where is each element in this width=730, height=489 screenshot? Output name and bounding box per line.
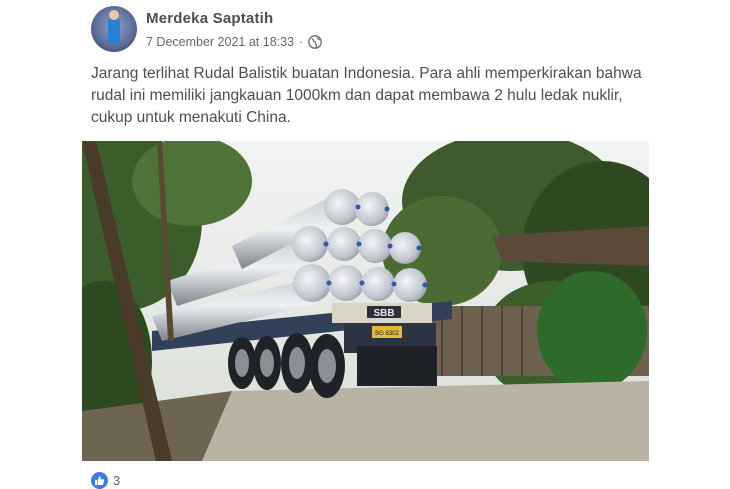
meta-separator: · [299,35,304,49]
truck-missile-photo: SBB BG 8302 [82,141,649,461]
globe-icon[interactable] [308,35,323,49]
facebook-post: Merdeka Saptatih 7 December 2021 at 18:3… [0,0,730,489]
truck-plate-text: SBB [373,308,394,319]
author-avatar[interactable] [91,6,137,52]
reaction-count[interactable]: 3 [113,473,120,488]
author-name[interactable]: Merdeka Saptatih [146,10,273,27]
post-photo[interactable]: SBB BG 8302 [82,141,649,461]
like-icon [91,472,108,489]
post-timestamp[interactable]: 7 December 2021 at 18:33 [146,35,294,49]
post-meta: 7 December 2021 at 18:33 · [146,35,323,49]
post-text: Jarang terlihat Rudal Balistik buatan In… [91,65,642,126]
license-plate-text: BG 8302 [375,331,399,337]
reaction-bar[interactable]: 3 [91,472,120,489]
